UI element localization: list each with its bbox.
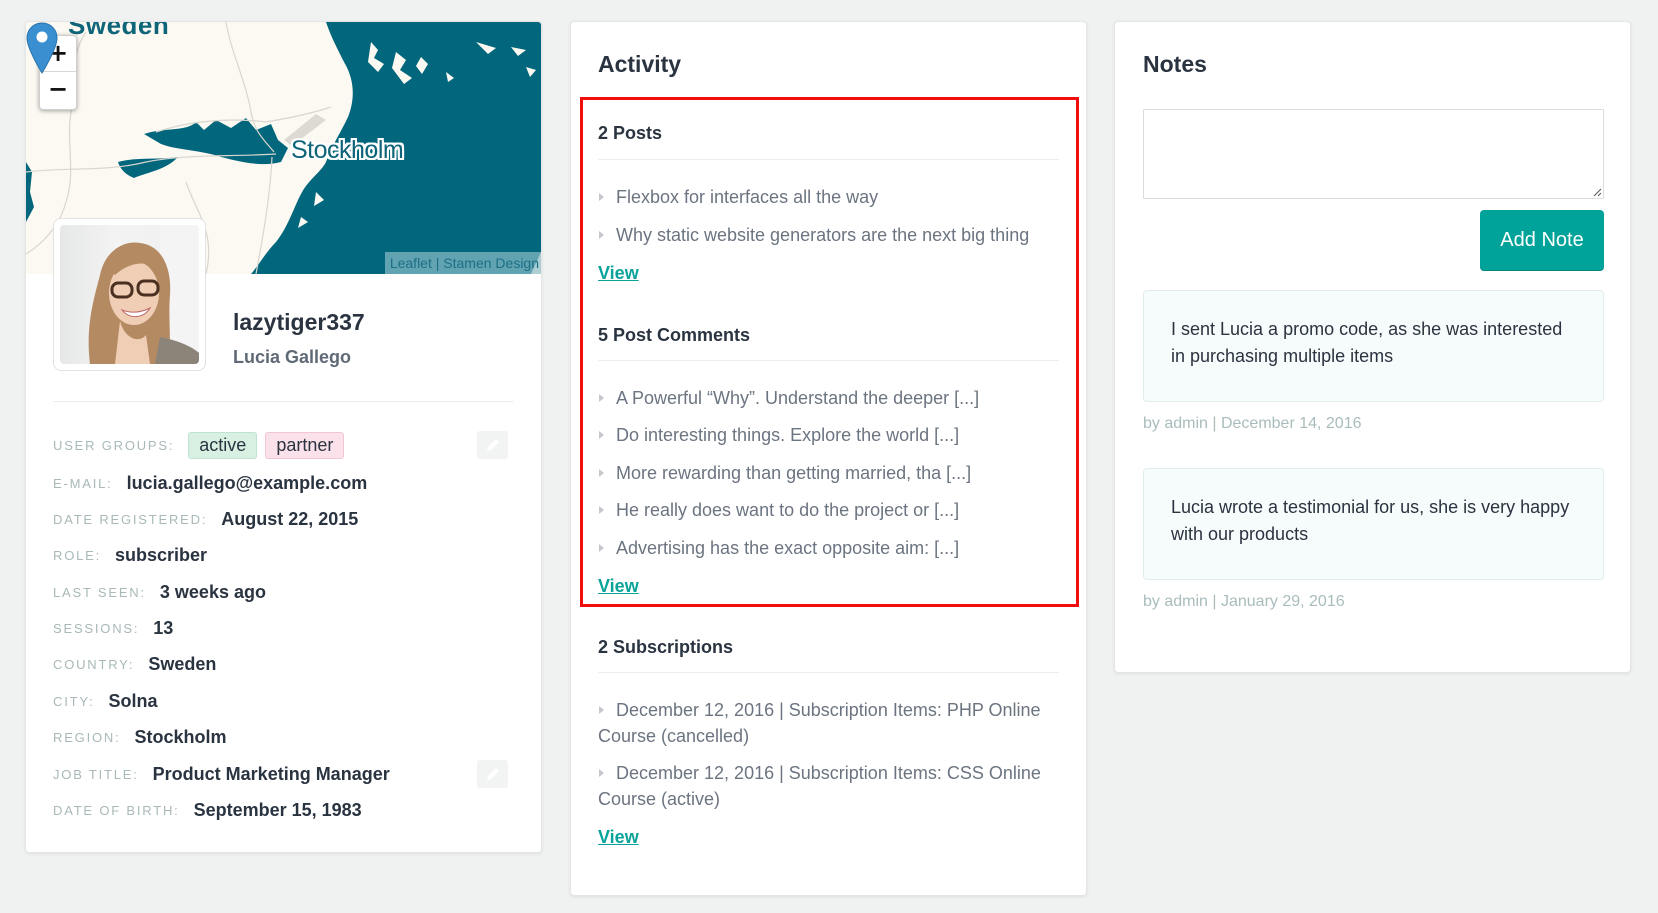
tag-partner[interactable]: partner [265,431,345,459]
note-item: Lucia wrote a testimonial for us, she is… [1143,468,1604,580]
edit-groups-button[interactable] [477,431,508,459]
section-divider [598,360,1059,361]
avatar-photo [60,225,199,364]
edit-details-button[interactable] [477,760,508,788]
section-title-comments: 5 Post Comments [598,325,751,345]
comment-item[interactable]: More rewarding than getting married, tha… [598,460,1059,486]
field-label: City: [53,693,95,709]
field-value: Product Marketing Manager [152,763,390,784]
field-value: Sweden [148,653,217,674]
highlight-box [580,97,1079,607]
field-value: subscriber [115,544,208,565]
user-profile-card: Sweden + − Stockholm Leaflet | Stamen De… [25,21,542,853]
profile-divider [53,401,514,402]
field-date-of-birth: Date of birth: September 15, 1983 [53,798,362,822]
field-date-registered: Date registered: August 22, 2015 [53,507,358,531]
map-pin-icon[interactable] [26,22,58,74]
pencil-icon [486,439,499,451]
activity-card: Activity 2 Posts Flexbox for interfaces … [570,21,1087,896]
field-city: City: Solna [53,689,158,713]
field-label: Country: [53,656,135,672]
field-label: Date of birth: [53,802,180,818]
field-role: Role: subscriber [53,543,207,567]
field-label: Date registered: [53,511,208,527]
bullet-icon [599,769,604,778]
field-value: 3 weeks ago [159,581,266,602]
bullet-icon [599,706,604,715]
bullet-icon [599,544,604,553]
field-label: Last seen: [53,584,146,600]
bullet-icon [599,231,604,240]
note-input[interactable] [1143,109,1604,199]
resize-handle-icon[interactable] [1592,187,1602,197]
field-user-groups: User groups: active partner [53,431,352,459]
notes-card: Notes Add Note I sent Lucia a promo code… [1114,21,1631,673]
comment-item[interactable]: He really does want to do the project or… [598,497,1059,523]
view-comments-link[interactable]: View [598,576,639,597]
section-divider [598,672,1059,673]
notes-title: Notes [1143,51,1207,77]
subscription-item[interactable]: December 12, 2016 | Subscription Items: … [598,760,1059,812]
field-value: lucia.gallego@example.com [126,472,368,493]
pencil-icon [486,768,499,780]
map-city-label: Stockholm [291,136,404,164]
field-label: Job title: [53,766,139,782]
bullet-icon [599,431,604,440]
section-divider [598,159,1059,160]
field-value: August 22, 2015 [221,508,359,529]
field-region: Region: Stockholm [53,725,227,749]
post-item[interactable]: Flexbox for interfaces all the way [598,184,1059,210]
field-label: Region: [53,729,121,745]
view-subscriptions-link[interactable]: View [598,827,639,848]
note-meta: by admin | December 14, 2016 [1143,415,1362,432]
field-label: Role: [53,547,102,563]
comment-item[interactable]: Advertising has the exact opposite aim: … [598,535,1059,561]
field-value: 13 [153,617,174,638]
activity-title: Activity [598,51,682,77]
bullet-icon [599,506,604,515]
field-label: User groups: [53,437,175,453]
full-name: Lucia Gallego [233,347,352,367]
bullet-icon [599,394,604,403]
field-sessions: Sessions: 13 [53,616,173,640]
username: lazytiger337 [233,309,365,335]
bullet-icon [599,469,604,478]
bullet-icon [599,193,604,202]
view-posts-link[interactable]: View [598,263,639,284]
field-value: September 15, 1983 [193,799,362,820]
note-item: I sent Lucia a promo code, as she was in… [1143,290,1604,402]
map-attribution[interactable]: Leaflet | Stamen Design [384,252,541,274]
avatar [53,218,206,371]
field-email: E-mail: lucia.gallego@example.com [53,471,367,495]
section-title-posts: 2 Posts [598,123,663,143]
zoom-out-button[interactable]: − [40,72,76,108]
post-item[interactable]: Why static website generators are the ne… [598,222,1059,248]
field-label: E-mail: [53,475,113,491]
subscription-item[interactable]: December 12, 2016 | Subscription Items: … [598,697,1059,749]
field-job-title: Job title: Product Marketing Manager [53,762,390,786]
map-country-label: Sweden [68,22,170,40]
add-note-button[interactable]: Add Note [1480,210,1604,270]
field-value: Stockholm [134,726,227,747]
comment-item[interactable]: Do interesting things. Explore the world… [598,422,1059,448]
comment-item[interactable]: A Powerful “Why”. Understand the deeper … [598,385,1059,411]
field-last-seen: Last seen: 3 weeks ago [53,580,266,604]
field-country: Country: Sweden [53,652,216,676]
note-meta: by admin | January 29, 2016 [1143,593,1345,610]
field-label: Sessions: [53,620,140,636]
section-title-subscriptions: 2 Subscriptions [598,637,734,657]
tag-active[interactable]: active [188,431,258,459]
field-value: Solna [108,690,158,711]
